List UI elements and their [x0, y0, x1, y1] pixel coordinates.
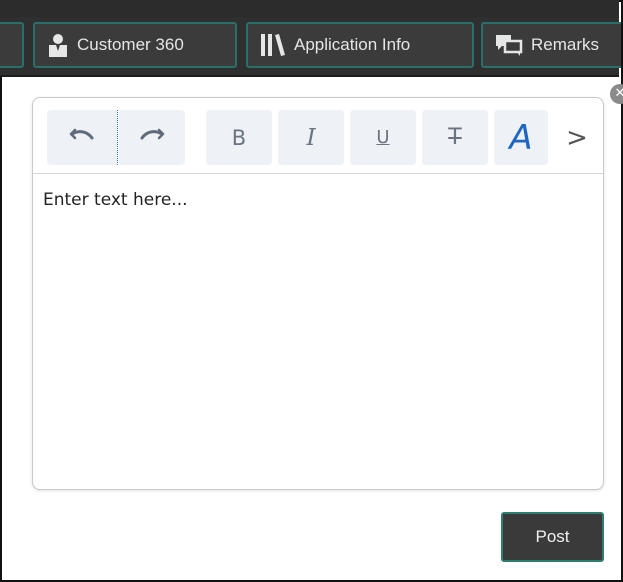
post-button[interactable]: Post: [501, 512, 604, 562]
toolbar-more-button[interactable]: >: [560, 110, 594, 165]
redo-button[interactable]: [119, 110, 185, 165]
undo-button[interactable]: [47, 110, 117, 165]
rich-text-editor: B I U T A >: [32, 97, 604, 490]
tab-remarks[interactable]: Remarks: [481, 22, 621, 68]
editor-toolbar: B I U T A >: [33, 98, 603, 174]
strikethrough-button[interactable]: T: [422, 110, 488, 165]
strikethrough-label: T: [448, 125, 462, 150]
library-books-icon: [260, 33, 286, 57]
tab-customer-360[interactable]: Customer 360: [33, 22, 237, 68]
tab-remarks-label: Remarks: [531, 35, 600, 54]
redo-icon: [139, 125, 165, 150]
underline-button[interactable]: U: [350, 110, 416, 165]
chevron-right-icon: >: [566, 122, 588, 153]
remarks-text-area[interactable]: [43, 190, 583, 470]
undo-icon: [69, 125, 95, 150]
tab-application-info[interactable]: Application Info: [246, 22, 474, 68]
bold-button[interactable]: B: [206, 110, 272, 165]
italic-button[interactable]: I: [278, 110, 344, 165]
close-icon[interactable]: ✕: [610, 84, 623, 104]
font-style-button[interactable]: A: [494, 110, 548, 165]
tab-previous-partial[interactable]: [0, 22, 24, 68]
tab-bar: Customer 360 Application Info Remarks: [0, 0, 621, 77]
tab-application-info-label: Application Info: [294, 35, 411, 54]
tab-customer-360-label: Customer 360: [77, 35, 184, 54]
comments-icon: [495, 33, 523, 57]
font-style-label: A: [509, 117, 533, 158]
tab-bar-top-strip: [0, 0, 619, 17]
underline-label: U: [376, 127, 390, 148]
user-icon: [47, 33, 69, 57]
toolbar-divider: [117, 110, 118, 165]
